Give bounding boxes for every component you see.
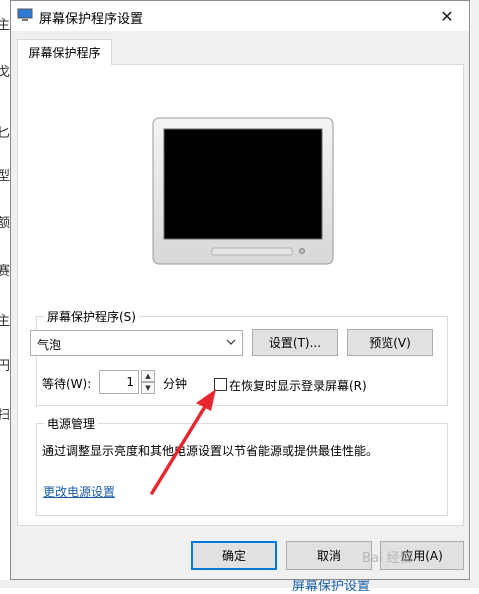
background-text: 匕 <box>0 126 11 141</box>
power-management-group: 电源管理 <box>36 415 448 516</box>
spin-up-icon[interactable]: ▲ <box>141 370 155 382</box>
wait-minutes-input[interactable]: 1 <box>99 370 139 394</box>
background-text: 円 <box>0 359 11 374</box>
background-text: 主 <box>0 314 11 329</box>
watermark: Bai 经验 <box>362 551 413 566</box>
background-text: 主 <box>0 18 11 33</box>
minutes-label: 分钟 <box>163 377 188 391</box>
settings-button[interactable]: 设置(T)... <box>252 329 338 356</box>
power-description: 通过调整显示亮度和其他电源设置以节省能源或提供最佳性能。 <box>42 444 379 458</box>
close-button[interactable]: ✕ <box>425 1 469 31</box>
wait-label: 等待(W): <box>42 377 92 391</box>
title-bar: 屏幕保护程序设置 ✕ <box>11 1 469 31</box>
power-group-legend: 电源管理 <box>44 415 99 432</box>
background-window-left: 主 戈 匕 型 额 赛 主 円 扫 <box>0 0 10 588</box>
spin-down-icon[interactable]: ▼ <box>141 382 155 394</box>
screensaver-app-icon <box>17 8 33 21</box>
background-window-right <box>471 0 479 588</box>
background-text: 赛 <box>0 264 11 279</box>
resume-login-checkbox[interactable] <box>214 378 227 391</box>
cancel-button[interactable]: 取消 <box>286 541 372 570</box>
background-text: 戈 <box>0 65 11 80</box>
chevron-down-icon <box>226 339 236 345</box>
background-window-bottom <box>0 580 479 588</box>
screensaver-group-legend: 屏幕保护程序(S) <box>44 308 139 325</box>
preview-button[interactable]: 预览(V) <box>347 329 433 356</box>
dialog-title: 屏幕保护程序设置 <box>39 12 144 27</box>
screensaver-select[interactable]: 气泡 <box>30 330 243 356</box>
ok-button[interactable]: 确定 <box>191 541 277 570</box>
screensaver-settings-dialog: 屏幕保护程序设置 ✕ 屏幕保护程序 屏幕保护程序(S) 电源管理 气泡 设置(T… <box>10 0 470 580</box>
resume-login-label[interactable]: 在恢复时显示登录屏幕(R) <box>229 377 367 394</box>
background-text: 型 <box>0 169 11 184</box>
monitor-preview <box>152 117 334 265</box>
tab-screensaver[interactable]: 屏幕保护程序 <box>17 39 112 65</box>
wait-minutes-spinner[interactable]: ▲ ▼ <box>141 370 155 394</box>
background-text: 扫 <box>0 408 11 423</box>
change-power-settings-link[interactable]: 更改电源设置 <box>43 483 115 500</box>
background-text: 额 <box>0 216 11 231</box>
screensaver-select-value: 气泡 <box>37 338 62 352</box>
close-icon: ✕ <box>440 6 454 26</box>
